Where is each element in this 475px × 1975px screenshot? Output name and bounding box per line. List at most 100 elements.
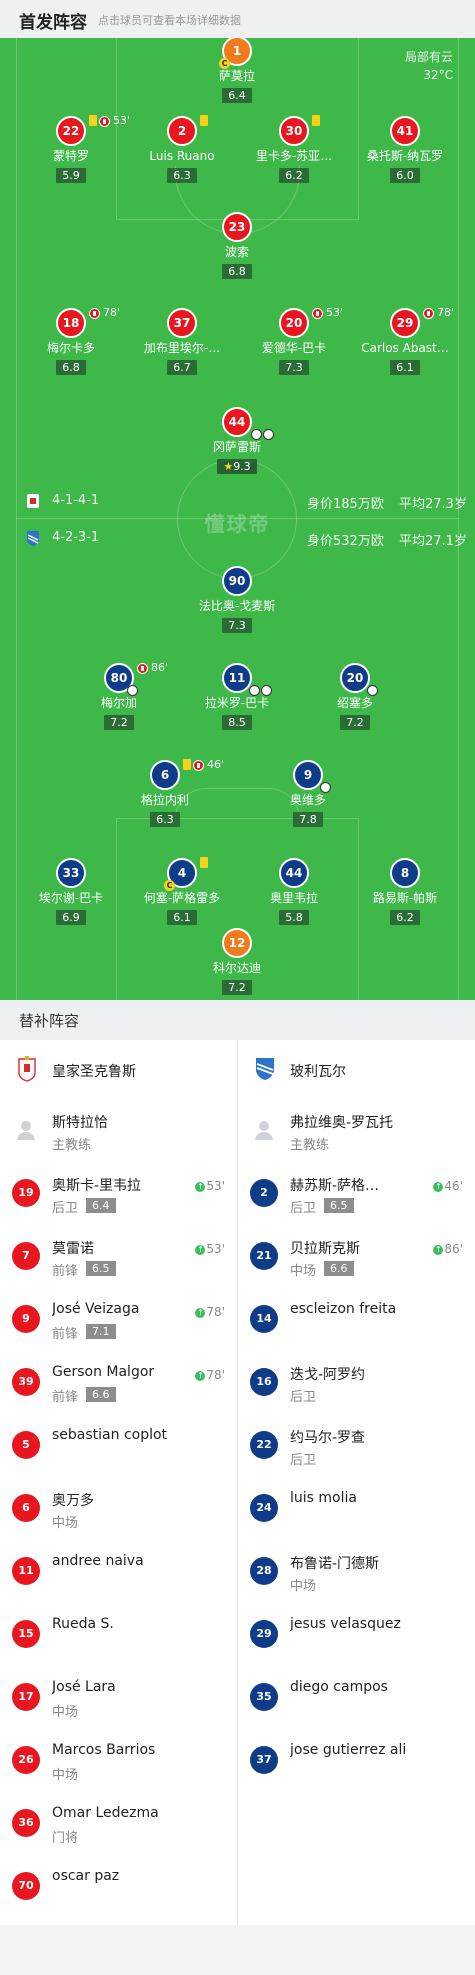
sub-player-row[interactable]: 19 奥斯卡-里韦拉 后卫 6.4 ↑ 53' (0, 1163, 237, 1226)
player-number: 2 (167, 116, 197, 146)
player-away-lb[interactable]: 8 路易斯-帕斯 6.2 (345, 858, 465, 925)
sub-out-icon (312, 308, 323, 319)
away-coach[interactable]: 弗拉维奥-罗瓦托 主教练 (238, 1100, 475, 1163)
sub-minute: 78' (103, 306, 121, 319)
sub-position: 前锋 (52, 1327, 79, 1342)
sub-in-time: ↑ 53' (195, 1242, 225, 1256)
player-home-lb[interactable]: 41 桑托斯-纳瓦罗 6.0 (345, 116, 465, 183)
home-coach[interactable]: 斯特拉恰 主教练 (0, 1100, 237, 1163)
sub-position: 前锋 (52, 1264, 79, 1279)
player-home-lm[interactable]: 29 78' Carlos Abast… 6.1 (345, 306, 465, 375)
player-rating: ★9.3 (217, 459, 257, 474)
sub-name: Marcos Barrios (52, 1742, 156, 1758)
sub-player-row[interactable]: 29 jesus velasquez (238, 1604, 475, 1667)
player-away-am[interactable]: 11 拉米罗-巴卡 8.5 (177, 663, 297, 730)
away-team-crest-icon (27, 531, 39, 546)
sub-number: 28 (250, 1557, 278, 1585)
player-name: 加布里埃尔-… (143, 341, 221, 355)
player-rating: 6.2 (279, 168, 309, 183)
sub-position: 中场 (52, 1516, 79, 1531)
home-value: 身价185万欧 (307, 497, 384, 512)
player-home-rm[interactable]: 18 78' 梅尔卡多 6.8 (11, 306, 131, 375)
home-team-crest-icon (18, 1056, 36, 1082)
player-rating: 7.2 (104, 715, 134, 730)
player-name: 奥里韦拉 (269, 891, 318, 905)
player-rating: 8.5 (222, 715, 252, 730)
player-number: 8 (390, 858, 420, 888)
sub-player-row[interactable]: 39 Gerson Malgor 前锋 6.6 ↑ 78' (0, 1352, 237, 1415)
sub-minute: 53' (326, 306, 344, 319)
yellow-card-icon (89, 115, 97, 126)
home-team-crest-icon (27, 494, 39, 508)
player-home-cm2[interactable]: 20 53' 爱德华-巴卡 7.3 (234, 306, 354, 375)
player-rating: 7.2 (222, 980, 252, 995)
sub-name: 布鲁诺-门德斯 (290, 1556, 380, 1572)
sub-player-row[interactable]: 37 jose gutierrez ali (238, 1730, 475, 1793)
sub-in-arrow-icon: ↑ (195, 1182, 206, 1192)
sub-player-row[interactable]: 7 莫雷诺 前锋 6.5 ↑ 53' (0, 1226, 237, 1289)
player-rating: 5.9 (56, 168, 86, 183)
sub-number: 26 (12, 1746, 40, 1774)
sub-in-arrow-icon: ↑ (195, 1308, 206, 1318)
sub-player-row[interactable]: 28 布鲁诺-门德斯 中场 (238, 1541, 475, 1604)
sub-player-row[interactable]: 14 escleizon freita (238, 1289, 475, 1352)
player-away-cm2[interactable]: 9 奥维多 7.8 (248, 760, 368, 827)
coach-avatar-icon (255, 1121, 273, 1140)
sub-number: 37 (250, 1746, 278, 1774)
sub-player-row[interactable]: 16 迭戈-阿罗约 后卫 (238, 1352, 475, 1415)
coach-name: 弗拉维奥-罗瓦托 (290, 1115, 394, 1131)
sub-number: 16 (250, 1368, 278, 1396)
player-home-cb1[interactable]: 2 Luis Ruano 6.3 (122, 115, 242, 183)
sub-number: 11 (12, 1557, 40, 1585)
sub-number: 5 (12, 1431, 40, 1459)
sub-player-row[interactable]: 9 José Veizaga 前锋 7.1 ↑ 78' (0, 1289, 237, 1352)
player-name: 桑托斯-纳瓦罗 (366, 149, 444, 163)
sub-name: sebastian coplot (52, 1427, 168, 1443)
player-home-cb2[interactable]: 30 里卡多-苏亚… 6.2 (234, 115, 354, 183)
sub-player-row[interactable]: 36 Omar Ledezma 门将 (0, 1793, 237, 1856)
sub-player-row[interactable]: 35 diego campos (238, 1667, 475, 1730)
sub-player-row[interactable]: 24 luis molia (238, 1478, 475, 1541)
home-formation: 4-1-4-1 (52, 493, 100, 508)
away-formation: 4-2-3-1 (52, 530, 100, 545)
sub-player-row[interactable]: 70 oscar paz (0, 1856, 237, 1919)
sub-player-row[interactable]: 2 赫苏斯-萨格… 后卫 6.5 ↑ 46' (238, 1163, 475, 1226)
sub-in-time: ↑ 86' (433, 1242, 463, 1256)
sub-player-row[interactable]: 15 Rueda S. (0, 1604, 237, 1667)
player-away-cb2[interactable]: 44 奥里韦拉 5.8 (234, 858, 354, 925)
player-away-lw[interactable]: 20 绍塞多 7.2 (295, 663, 415, 730)
sub-player-row[interactable]: 11 andree naiva (0, 1541, 237, 1604)
page-title: 首发阵容 (19, 13, 87, 33)
sub-player-row[interactable]: 22 约马尔-罗查 后卫 (238, 1415, 475, 1478)
captain-icon: C (164, 880, 175, 891)
sub-player-row[interactable]: 6 奥万多 中场 (0, 1478, 237, 1541)
lineup-header: 首发阵容 点击球员可查看本场详细数据 (0, 0, 475, 38)
player-away-cb1[interactable]: 4 C 何塞-萨格雷多 6.1 (122, 857, 242, 925)
sub-player-row[interactable]: 26 Marcos Barrios 中场 (0, 1730, 237, 1793)
player-away-rw[interactable]: 80 86' 梅尔加 7.2 (59, 661, 179, 730)
player-rating: 6.2 (390, 910, 420, 925)
player-home-dm[interactable]: 23 波索 6.8 (177, 212, 297, 279)
star-icon: ★ (223, 460, 234, 473)
player-away-gk[interactable]: 12 科尔达迪 7.2 (177, 928, 297, 995)
player-home-gk[interactable]: 1 C 萨莫拉 6.4 (177, 38, 297, 103)
player-away-cm1[interactable]: 6 46' 格拉内利 6.3 (105, 758, 225, 827)
player-name: 梅尔加 (100, 696, 137, 710)
sub-player-row[interactable]: 5 sebastian coplot (0, 1415, 237, 1478)
sub-position: 前锋 (52, 1390, 79, 1405)
sub-name: escleizon freita (290, 1301, 397, 1317)
sub-in-time: ↑ 78' (195, 1305, 225, 1319)
player-away-rb[interactable]: 33 埃尔谢-巴卡 6.9 (11, 858, 131, 925)
player-home-rb[interactable]: 22 53' 蒙特罗 5.9 (11, 114, 131, 183)
sub-player-row[interactable]: 17 José Lara 中场 (0, 1667, 237, 1730)
player-home-st[interactable]: 44 冈萨雷斯 ★9.3 (177, 407, 297, 474)
subs-title: 替补阵容 (19, 1012, 80, 1030)
rating-value: 9.3 (233, 460, 251, 473)
sub-player-row[interactable]: 21 贝拉斯克斯 中场 6.6 ↑ 86' (238, 1226, 475, 1289)
player-home-cm1[interactable]: 37 加布里埃尔-… 6.7 (122, 308, 242, 375)
sub-name: 奥斯卡-里韦拉 (52, 1178, 142, 1194)
coach-label: 主教练 (52, 1138, 92, 1153)
sub-minute: 78' (437, 306, 455, 319)
sub-name: 莫雷诺 (52, 1241, 94, 1257)
player-away-st[interactable]: 90 法比奥-戈麦斯 7.3 (177, 566, 297, 633)
